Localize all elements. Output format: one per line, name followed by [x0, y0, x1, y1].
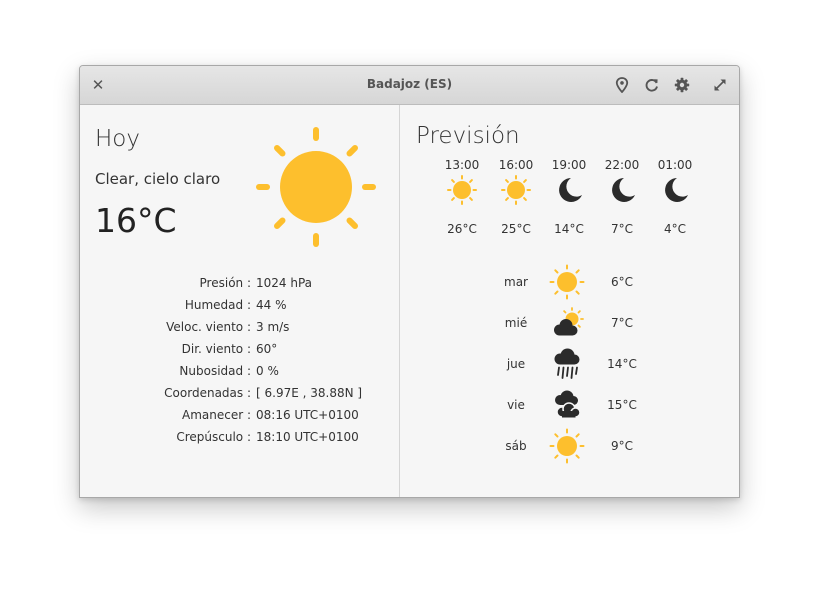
detail-row-amanecer: Amanecer : 08:16 UTC+0100 [80, 405, 399, 427]
detail-value: 18:10 UTC+0100 [256, 430, 359, 444]
detail-row-crepusculo: Crepúsculo : 18:10 UTC+0100 [80, 427, 399, 449]
day-name: vie [507, 398, 525, 412]
maximize-icon[interactable] [711, 76, 729, 94]
today-details: Presión : 1024 hPa Humedad : 44 % Veloc. v… [80, 273, 399, 449]
day-temperature: 14°C [607, 357, 637, 371]
rain-cloud-icon [549, 346, 585, 386]
daily-forecast-item: mar 6°C [490, 264, 650, 300]
hour-temperature: 4°C [663, 222, 686, 236]
detail-label: Nubosidad : [179, 364, 251, 378]
hour-temperature: 7°C [610, 222, 633, 236]
detail-row-veloc-viento: Veloc. viento : 3 m/s [80, 317, 399, 339]
daily-forecast-item: jue 14°C [490, 346, 650, 382]
daily-forecast-item: sáb 9°C [490, 428, 650, 464]
daily-forecast-item: mié 7°C [490, 305, 650, 341]
day-temperature: 7°C [610, 316, 633, 330]
sun-icon [549, 428, 585, 468]
sun-icon [255, 126, 377, 252]
detail-row-dir-viento: Dir. viento : 60° [80, 339, 399, 361]
today-temperature: 16°C [95, 201, 177, 240]
hour-temperature: 25°C [501, 222, 531, 236]
day-name: mar [504, 275, 528, 289]
detail-label: Presión : [199, 276, 251, 290]
weather-window: ✕ Badajoz (ES) Hoy Clear, cielo claro 16… [79, 65, 740, 498]
moon-icon [554, 175, 584, 209]
hour-temperature: 26°C [447, 222, 477, 236]
sun-behind-cloud-icon [549, 305, 585, 345]
sun-icon [501, 175, 531, 209]
detail-row-presion: Presión : 1024 hPa [80, 273, 399, 295]
detail-row-coordenadas: Coordenadas : [ 6.97E , 38.88N ] [80, 383, 399, 405]
detail-label: Veloc. viento : [166, 320, 251, 334]
sun-icon [549, 264, 585, 304]
day-name: jue [506, 357, 526, 371]
forecast-heading: Previsión [416, 123, 520, 149]
window-title: Badajoz (ES) [366, 77, 453, 91]
hour-time: 13:00 [444, 158, 480, 172]
detail-value: 44 % [256, 298, 287, 312]
detail-label: Amanecer : [181, 408, 251, 422]
hour-time: 16:00 [498, 158, 534, 172]
day-temperature: 6°C [610, 275, 633, 289]
detail-label: Dir. viento : [181, 342, 251, 356]
panel-divider [399, 105, 400, 497]
detail-row-humedad: Humedad : 44 % [80, 295, 399, 317]
detail-value: 08:16 UTC+0100 [256, 408, 359, 422]
moon-icon [660, 175, 690, 209]
detail-row-nubosidad: Nubosidad : 0 % [80, 361, 399, 383]
detail-value: 60° [256, 342, 278, 356]
hour-temperature: 14°C [554, 222, 584, 236]
detail-label: Humedad : [184, 298, 251, 312]
detail-value: 0 % [256, 364, 279, 378]
detail-value: [ 6.97E , 38.88N ] [256, 386, 363, 400]
titlebar: ✕ Badajoz (ES) [80, 66, 739, 105]
refresh-icon[interactable] [643, 76, 661, 94]
day-name: sáb [505, 439, 527, 453]
sun-icon [447, 175, 477, 209]
today-description: Clear, cielo claro [95, 170, 221, 188]
clouds-icon [549, 387, 585, 427]
today-heading: Hoy [95, 126, 140, 152]
detail-value: 3 m/s [256, 320, 290, 334]
detail-label: Coordenadas : [164, 386, 251, 400]
detail-value: 1024 hPa [256, 276, 313, 290]
hour-time: 22:00 [604, 158, 640, 172]
location-pin-icon[interactable] [613, 76, 631, 94]
day-temperature: 15°C [607, 398, 637, 412]
daily-forecast-item: vie 15°C [490, 387, 650, 423]
hour-time: 01:00 [657, 158, 693, 172]
detail-label: Crepúsculo : [176, 430, 251, 444]
day-temperature: 9°C [610, 439, 633, 453]
gear-icon[interactable] [673, 76, 691, 94]
hour-time: 19:00 [551, 158, 587, 172]
day-name: mié [504, 316, 528, 330]
moon-icon [607, 175, 637, 209]
